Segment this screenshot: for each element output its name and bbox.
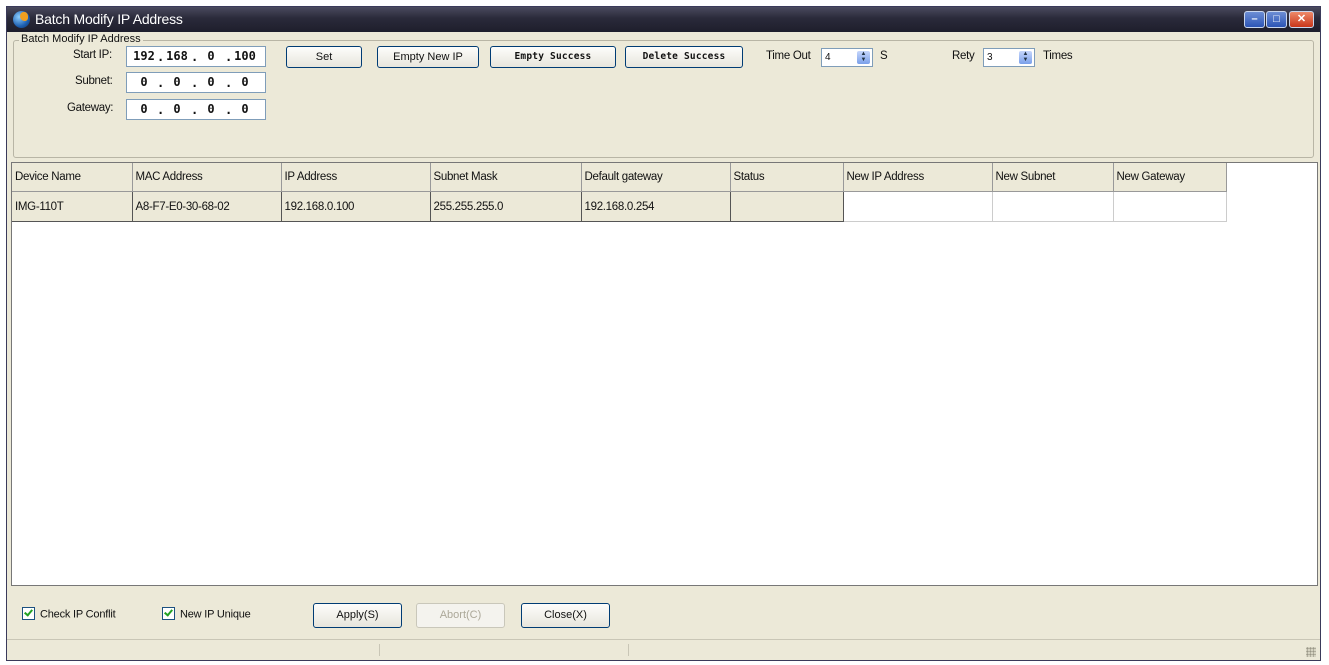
status-bar (7, 639, 1320, 660)
cell-subnet-mask[interactable]: 255.255.255.0 (430, 191, 582, 222)
check-ip-conflict-checkbox[interactable]: Check IP Conflit (22, 607, 116, 621)
checkbox-checked-icon[interactable] (22, 607, 35, 620)
gateway-field[interactable]: 0 . 0 . 0 . 0 (126, 99, 266, 120)
cell-new-gateway[interactable] (1113, 191, 1227, 222)
col-ip-address[interactable]: IP Address (281, 163, 431, 192)
set-button[interactable]: Set (286, 46, 362, 68)
spin-arrows-icon[interactable]: ▲ ▼ (1019, 51, 1032, 64)
check-ip-conflict-label[interactable]: Check IP Conflit (40, 608, 116, 620)
col-mac-address[interactable]: MAC Address (132, 163, 282, 192)
start-ip-field[interactable]: 192 . 168 . 0 . 100 (126, 46, 266, 67)
col-new-subnet[interactable]: New Subnet (992, 163, 1114, 192)
subnet-label: Subnet: (75, 75, 113, 87)
ip-dot: . (157, 103, 165, 117)
start-ip-label: Start IP: (73, 49, 112, 61)
col-device-name[interactable]: Device Name (12, 163, 133, 192)
retry-label: Rety (952, 50, 975, 62)
subnet-octet-2[interactable]: 0 (164, 73, 190, 92)
device-table: Device Name MAC Address IP Address Subne… (12, 163, 1227, 222)
timeout-unit: S (880, 50, 888, 62)
ip-dot: . (225, 50, 233, 64)
cell-ip-address[interactable]: 192.168.0.100 (281, 191, 431, 222)
gateway-octet-2[interactable]: 0 (164, 100, 190, 119)
cell-new-ip-address[interactable] (843, 191, 993, 222)
ip-dot: . (191, 76, 199, 90)
ip-dot: . (157, 76, 165, 90)
gateway-label: Gateway: (67, 102, 114, 114)
cell-device-name[interactable]: IMG-110T (12, 191, 133, 222)
retry-unit: Times (1043, 50, 1073, 62)
batch-modify-ip-window: Batch Modify IP Address – □ ✕ Batch Modi… (6, 6, 1321, 661)
gateway-octet-1[interactable]: 0 (131, 100, 157, 119)
start-ip-octet-4[interactable]: 100 (232, 47, 258, 66)
col-status[interactable]: Status (730, 163, 844, 192)
cell-status[interactable] (730, 191, 844, 222)
col-new-ip-address[interactable]: New IP Address (843, 163, 993, 192)
delete-success-button[interactable]: Delete Success (625, 46, 743, 68)
retry-spinner[interactable]: 3 ▲ ▼ (983, 48, 1035, 67)
maximize-button[interactable]: □ (1266, 11, 1287, 28)
start-ip-octet-1[interactable]: 192 (131, 47, 157, 66)
ip-dot: . (191, 50, 199, 64)
retry-value[interactable]: 3 (987, 49, 993, 66)
ip-dot: . (225, 76, 233, 90)
start-ip-octet-2[interactable]: 168 (164, 47, 190, 66)
status-separator (628, 644, 629, 656)
batch-modify-groupbox: Batch Modify IP Address Start IP: 192 . … (13, 33, 1314, 158)
subnet-octet-1[interactable]: 0 (131, 73, 157, 92)
ip-dot: . (157, 50, 165, 64)
subnet-octet-4[interactable]: 0 (232, 73, 258, 92)
spin-arrows-icon[interactable]: ▲ ▼ (857, 51, 870, 64)
subnet-field[interactable]: 0 . 0 . 0 . 0 (126, 72, 266, 93)
gateway-octet-4[interactable]: 0 (232, 100, 258, 119)
new-ip-unique-label[interactable]: New IP Unique (180, 608, 251, 620)
new-ip-unique-checkbox[interactable]: New IP Unique (162, 607, 251, 621)
device-table-area[interactable]: Device Name MAC Address IP Address Subne… (11, 162, 1318, 586)
status-separator (379, 644, 380, 656)
close-window-button[interactable]: ✕ (1289, 11, 1314, 28)
cell-mac-address[interactable]: A8-F7-E0-30-68-02 (132, 191, 282, 222)
window-title: Batch Modify IP Address (35, 11, 183, 27)
empty-success-button[interactable]: Empty Success (490, 46, 616, 68)
timeout-spinner[interactable]: 4 ▲ ▼ (821, 48, 873, 67)
app-globe-icon (13, 11, 30, 28)
start-ip-octet-3[interactable]: 0 (198, 47, 224, 66)
ip-dot: . (191, 103, 199, 117)
col-subnet-mask[interactable]: Subnet Mask (430, 163, 582, 192)
table-header-row: Device Name MAC Address IP Address Subne… (12, 163, 1227, 192)
empty-new-ip-button[interactable]: Empty New IP (377, 46, 479, 68)
title-bar[interactable]: Batch Modify IP Address – □ ✕ (7, 7, 1320, 32)
abort-button[interactable]: Abort(C) (416, 603, 505, 628)
table-row[interactable]: IMG-110T A8-F7-E0-30-68-02 192.168.0.100… (12, 191, 1227, 222)
timeout-value[interactable]: 4 (825, 49, 831, 66)
gateway-octet-3[interactable]: 0 (198, 100, 224, 119)
col-new-gateway[interactable]: New Gateway (1113, 163, 1227, 192)
checkbox-checked-icon[interactable] (162, 607, 175, 620)
close-button[interactable]: Close(X) (521, 603, 610, 628)
apply-button[interactable]: Apply(S) (313, 603, 402, 628)
subnet-octet-3[interactable]: 0 (198, 73, 224, 92)
cell-new-subnet[interactable] (992, 191, 1114, 222)
minimize-button[interactable]: – (1244, 11, 1265, 28)
col-default-gateway[interactable]: Default gateway (581, 163, 731, 192)
timeout-label: Time Out (766, 50, 811, 62)
resize-grip-icon[interactable] (1306, 647, 1316, 657)
cell-default-gateway[interactable]: 192.168.0.254 (581, 191, 731, 222)
group-legend: Batch Modify IP Address (19, 33, 143, 45)
ip-dot: . (225, 103, 233, 117)
